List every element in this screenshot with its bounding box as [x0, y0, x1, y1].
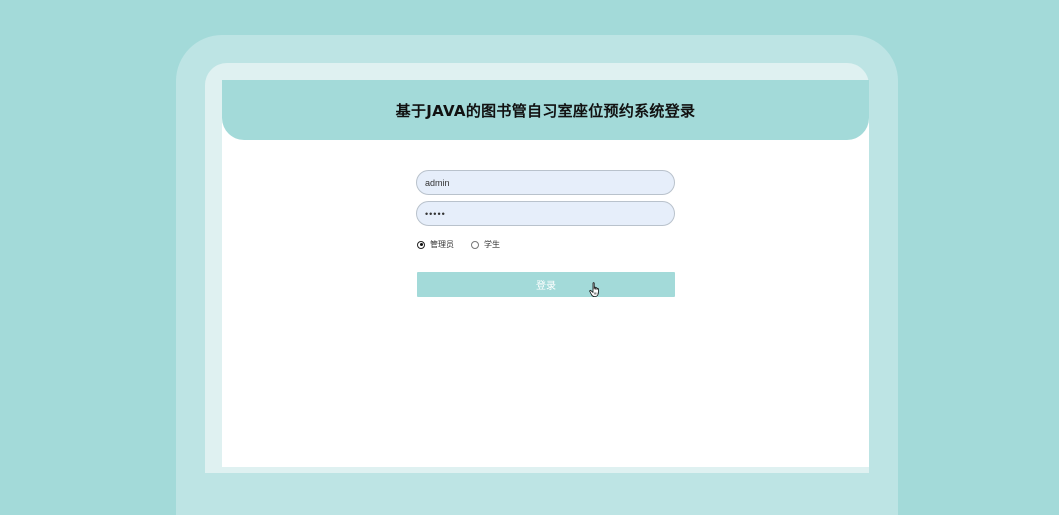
radio-admin-label[interactable]: 管理员: [430, 239, 454, 250]
login-button[interactable]: 登录: [417, 272, 675, 297]
page-title: 基于JAVA的图书管自习室座位预约系统登录: [395, 101, 696, 120]
radio-admin[interactable]: [417, 240, 425, 249]
role-selector: 管理员 学生: [417, 239, 517, 250]
hand-pointer-icon: [589, 282, 599, 297]
login-header: 基于JAVA的图书管自习室座位预约系统登录: [222, 80, 869, 140]
radio-student-label[interactable]: 学生: [484, 239, 500, 250]
password-input[interactable]: [416, 201, 675, 226]
radio-student[interactable]: [471, 240, 479, 249]
username-input[interactable]: [416, 170, 675, 195]
